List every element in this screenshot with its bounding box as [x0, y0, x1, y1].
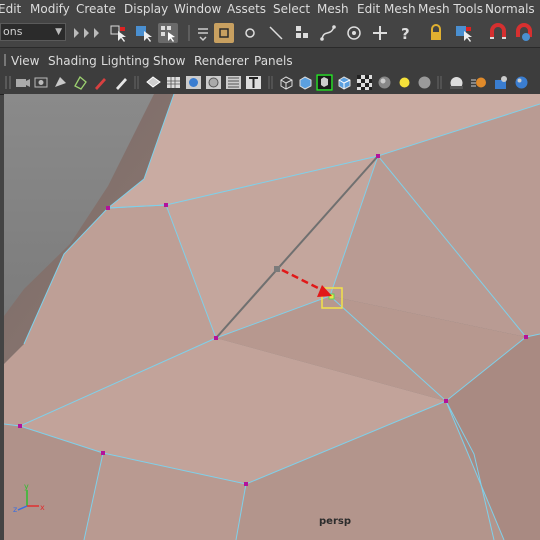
motion-blur-icon[interactable] — [470, 74, 487, 91]
textured-icon[interactable] — [245, 74, 262, 91]
menu-display[interactable]: Display — [124, 2, 168, 16]
vertex[interactable] — [244, 482, 248, 486]
menu-normals[interactable]: Normals — [485, 2, 535, 16]
wireframe-on-shaded-icon[interactable] — [205, 74, 222, 91]
svg-text:x: x — [40, 503, 45, 512]
menu-mesh[interactable]: Mesh — [317, 2, 349, 16]
camera-name-label: persp — [319, 516, 351, 527]
panel-toolbar — [0, 72, 540, 95]
camera-attributes-icon[interactable] — [33, 74, 50, 91]
panel-menu-lighting[interactable]: Lighting — [101, 54, 150, 68]
default-material-icon[interactable] — [225, 74, 242, 91]
vertex[interactable] — [214, 336, 218, 340]
vertex[interactable] — [444, 399, 448, 403]
panel-menu-show[interactable]: Show — [153, 54, 185, 68]
svg-text:?: ? — [401, 25, 410, 43]
vertex[interactable] — [164, 203, 168, 207]
depth-of-field-icon[interactable] — [513, 74, 530, 91]
panel-menu-renderer[interactable]: Renderer — [194, 54, 249, 68]
main-menubar: Edit Modify Create Display Window Assets… — [0, 0, 540, 19]
separator-icon — [188, 25, 190, 41]
vertex[interactable] — [106, 206, 110, 210]
panel-grip-icon — [5, 76, 11, 89]
lasso-tool-icon[interactable] — [134, 23, 154, 43]
menu-select[interactable]: Select — [273, 2, 310, 16]
help-icon[interactable]: ? — [396, 23, 416, 43]
bookmark-icon[interactable] — [52, 74, 69, 91]
pointer-icon[interactable] — [454, 23, 474, 43]
separator-icon — [134, 76, 139, 89]
mesh-canvas[interactable]: y x z — [4, 94, 540, 540]
antialiasing-icon[interactable] — [492, 74, 509, 91]
mode-selector-value: ons — [3, 25, 23, 38]
line-tool-icon[interactable] — [266, 23, 286, 43]
svg-text:y: y — [24, 482, 29, 491]
xray-active-icon[interactable] — [336, 74, 353, 91]
menu-window[interactable]: Window — [174, 2, 221, 16]
panel-menu-view[interactable]: View — [11, 54, 39, 68]
image-plane-icon[interactable] — [72, 74, 89, 91]
use-all-lights-icon[interactable] — [356, 74, 373, 91]
status-line: ons ▼ ? — [0, 19, 540, 48]
menu-edit-mesh[interactable]: Edit Mesh — [357, 2, 416, 16]
isolate-select-icon[interactable] — [278, 74, 295, 91]
collapse-arrows-icon[interactable] — [70, 23, 104, 43]
camera-icon[interactable] — [14, 74, 31, 91]
xray-icon[interactable] — [297, 74, 314, 91]
lights-icon[interactable] — [396, 74, 413, 91]
mode-selector[interactable]: ons ▼ — [0, 23, 66, 41]
menu-mesh-tools[interactable]: Mesh Tools — [418, 2, 483, 16]
svg-text:z: z — [13, 505, 17, 514]
select-tool-icon[interactable] — [108, 23, 128, 43]
render-region-icon[interactable] — [214, 23, 234, 43]
panel-grip-icon — [4, 54, 6, 66]
xray-joints-icon[interactable] — [316, 74, 333, 91]
vertex[interactable] — [524, 335, 528, 339]
grid-toggle-icon[interactable] — [165, 74, 182, 91]
vertex[interactable] — [18, 424, 22, 428]
chevron-down-icon: ▼ — [55, 27, 62, 37]
target-icon[interactable] — [344, 23, 364, 43]
panel-menu-panels[interactable]: Panels — [254, 54, 293, 68]
vertex[interactable] — [376, 154, 380, 158]
shadows-icon[interactable] — [376, 74, 393, 91]
magnet-snap-icon[interactable] — [514, 23, 534, 43]
smooth-shade-icon[interactable] — [185, 74, 202, 91]
panel-menu-shading[interactable]: Shading — [48, 54, 97, 68]
menu-edit[interactable]: Edit — [0, 2, 21, 16]
lock-icon[interactable] — [426, 23, 446, 43]
menu-modify[interactable]: Modify — [30, 2, 70, 16]
grease-pencil-icon[interactable] — [92, 74, 109, 91]
hud-icon[interactable] — [448, 74, 465, 91]
menu-create[interactable]: Create — [76, 2, 116, 16]
magnet-icon[interactable] — [488, 23, 508, 43]
ambient-occlusion-icon[interactable] — [416, 74, 433, 91]
menu-assets[interactable]: Assets — [227, 2, 266, 16]
paint-select-icon[interactable] — [158, 23, 178, 43]
sphere-tool-icon[interactable] — [240, 23, 260, 43]
edge-midpoint[interactable] — [274, 266, 280, 272]
move-tool-icon[interactable] — [292, 23, 312, 43]
panel-menubar: View Shading Lighting Show Renderer Pane… — [0, 48, 540, 72]
curve-tool-icon[interactable] — [318, 23, 338, 43]
separator-icon — [268, 76, 273, 89]
vertex[interactable] — [101, 451, 105, 455]
plus-icon[interactable] — [370, 23, 390, 43]
history-icon[interactable] — [193, 23, 213, 43]
pencil-icon[interactable] — [113, 74, 130, 91]
separator-icon — [437, 76, 442, 89]
viewport-persp[interactable]: y x z — [4, 94, 540, 540]
wireframe-icon[interactable] — [145, 74, 162, 91]
